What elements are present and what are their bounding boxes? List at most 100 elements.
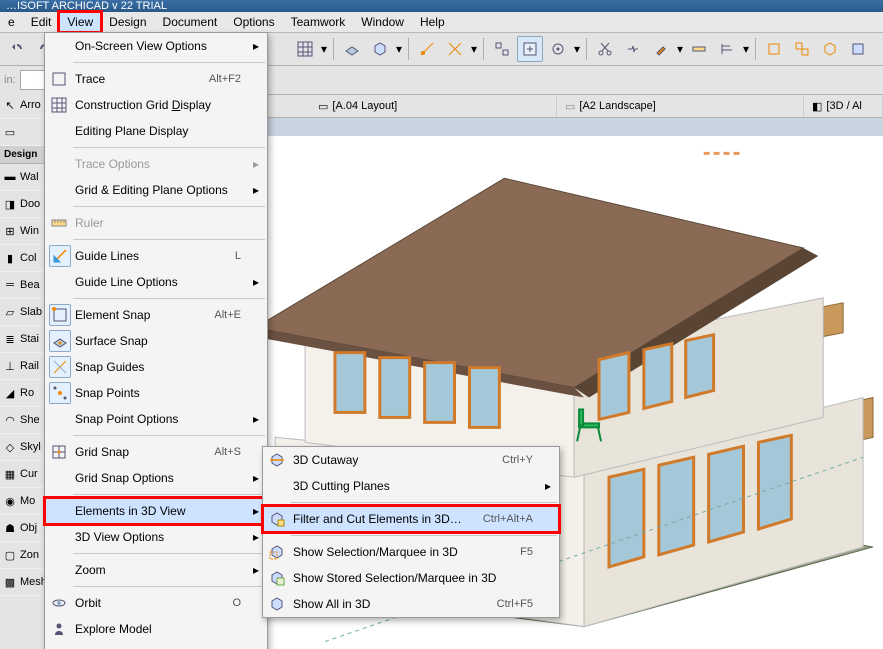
menu-item[interactable]: Snap Point Options▸ [45, 406, 267, 432]
tool-measure-icon[interactable] [686, 36, 712, 62]
tool-zone[interactable]: ▢Zon [0, 542, 46, 569]
menu-design[interactable]: Design [101, 12, 154, 32]
menu-item[interactable]: 3D Navigation Extras▸ [45, 642, 267, 649]
menu-item-label: On-Screen View Options [75, 39, 207, 53]
menu-item-label: Snap Point Options [75, 412, 178, 426]
tool-slab[interactable]: ▱Slab [0, 299, 46, 326]
menu-item[interactable]: Element SnapAlt+E [45, 302, 267, 328]
dropdown-icon[interactable]: ▾ [320, 42, 328, 56]
menu-item[interactable]: Show All in 3DCtrl+F5 [263, 591, 559, 617]
menu-item[interactable]: Explore Model [45, 616, 267, 642]
menu-item[interactable]: OrbitO [45, 590, 267, 616]
tool-door[interactable]: ◨Doo [0, 191, 46, 218]
tool-cut-icon[interactable] [592, 36, 618, 62]
tool-guide-icon[interactable] [414, 36, 440, 62]
tool-shell[interactable]: ◠She [0, 407, 46, 434]
menu-edit[interactable]: Edit [23, 12, 60, 32]
menu-window[interactable]: Window [353, 12, 412, 32]
menu-item-label: Surface Snap [75, 334, 148, 348]
tool-edit2-icon[interactable] [789, 36, 815, 62]
tool-mesh[interactable]: ▩Mesh [0, 569, 46, 596]
tab-layout[interactable]: ▭ [A.04 Layout] [310, 96, 557, 116]
menu-item[interactable]: 3D CutawayCtrl+Y [263, 447, 559, 473]
menu-help[interactable]: Help [412, 12, 453, 32]
tool-skylight[interactable]: ◇Skyl [0, 434, 46, 461]
tool-marquee[interactable]: ▭ [0, 119, 46, 146]
menu-item[interactable]: TraceAlt+F2 [45, 66, 267, 92]
menu-item[interactable]: Editing Plane Display [45, 118, 267, 144]
menu-item[interactable]: Show Stored Selection/Marquee in 3D [263, 565, 559, 591]
separator [73, 239, 265, 240]
menu-options[interactable]: Options [225, 12, 282, 32]
dropdown-icon[interactable]: ▾ [676, 42, 684, 56]
shortcut: L [235, 250, 241, 262]
tool-object[interactable]: ☗Obj [0, 515, 46, 542]
view-menu: On-Screen View Options▸TraceAlt+F2Constr… [44, 32, 268, 649]
tool-column[interactable]: ▮Col [0, 245, 46, 272]
menu-item-label: Ruler [75, 216, 104, 230]
tool-edit4-icon[interactable] [845, 36, 871, 62]
menu-item[interactable]: Snap Guides [45, 354, 267, 380]
separator [73, 553, 265, 554]
menu-item[interactable]: Surface Snap [45, 328, 267, 354]
tool-undo-icon[interactable] [4, 36, 30, 62]
tool-grid-icon[interactable] [292, 36, 318, 62]
menu-item[interactable]: Guide LinesL [45, 243, 267, 269]
tool-rail[interactable]: ⊥Rail [0, 353, 46, 380]
menu-bar: e Edit View Design Document Options Team… [0, 12, 883, 33]
menu-item-label: Show Stored Selection/Marquee in 3D [293, 571, 496, 585]
tab-landscape[interactable]: ▭ [A2 Landscape] [557, 96, 804, 116]
tool-window[interactable]: ⊞Win [0, 218, 46, 245]
dropdown-icon[interactable]: ▾ [395, 42, 403, 56]
menu-file[interactable]: e [0, 12, 23, 32]
menu-item[interactable]: Guide Line Options▸ [45, 269, 267, 295]
tool-stair[interactable]: ≣Stai [0, 326, 46, 353]
separator [73, 435, 265, 436]
tool-snap1-icon[interactable] [489, 36, 515, 62]
tool-morph[interactable]: ◉Mo [0, 488, 46, 515]
tool-beam[interactable]: ═Bea [0, 272, 46, 299]
menu-item-label: Filter and Cut Elements in 3D… [293, 512, 462, 526]
menu-item-label: Snap Guides [75, 360, 144, 374]
tool-edit3-icon[interactable] [817, 36, 843, 62]
dropdown-icon[interactable]: ▾ [742, 42, 750, 56]
tool-snap2-icon[interactable] [517, 36, 543, 62]
tab-3d[interactable]: ◧ [3D / Al [804, 96, 883, 116]
tool-edit1-icon[interactable] [761, 36, 787, 62]
tool-paint-icon[interactable] [648, 36, 674, 62]
shortcut: Alt+S [214, 446, 241, 458]
menu-item-label: Grid Snap [75, 445, 129, 459]
tool-arrow[interactable]: ↖Arro [0, 92, 46, 119]
menu-item[interactable]: Grid & Editing Plane Options▸ [45, 177, 267, 203]
tool-roof[interactable]: ◢Ro [0, 380, 46, 407]
shortcut: Alt+F2 [209, 73, 241, 85]
dropdown-icon[interactable]: ▾ [573, 42, 581, 56]
tool-cube-icon[interactable] [367, 36, 393, 62]
separator [73, 298, 265, 299]
submenu-arrow-icon: ▸ [253, 504, 259, 518]
menu-item[interactable]: Snap Points [45, 380, 267, 406]
tool-break-icon[interactable] [620, 36, 646, 62]
menu-item[interactable]: Zoom▸ [45, 557, 267, 583]
menu-item[interactable]: Grid Snap Options▸ [45, 465, 267, 491]
tool-curtain[interactable]: ▦Cur [0, 461, 46, 488]
menu-item[interactable]: Filter and Cut Elements in 3D…Ctrl+Alt+A [263, 506, 559, 532]
menu-item[interactable]: 3D Cutting Planes▸ [263, 473, 559, 499]
menu-item[interactable]: Elements in 3D View▸ [45, 498, 267, 524]
menu-item[interactable]: Construction Grid Display [45, 92, 267, 118]
menu-item[interactable]: Show Selection/Marquee in 3DF5 [263, 539, 559, 565]
tool-snap3-icon[interactable] [545, 36, 571, 62]
menu-item[interactable]: Grid Snap Alt+S [45, 439, 267, 465]
tool-wall[interactable]: ▬Wal [0, 164, 46, 191]
menu-item[interactable]: On-Screen View Options▸ [45, 33, 267, 59]
tool-align-icon[interactable] [714, 36, 740, 62]
dropdown-icon[interactable]: ▾ [470, 42, 478, 56]
tool-guide2-icon[interactable] [442, 36, 468, 62]
tool-plane-icon[interactable] [339, 36, 365, 62]
person-icon [49, 619, 69, 639]
menu-teamwork[interactable]: Teamwork [283, 12, 354, 32]
menu-view[interactable]: View [59, 12, 101, 32]
menu-item[interactable]: 3D View Options▸ [45, 524, 267, 550]
submenu-arrow-icon: ▸ [253, 275, 259, 289]
menu-document[interactable]: Document [155, 12, 226, 32]
